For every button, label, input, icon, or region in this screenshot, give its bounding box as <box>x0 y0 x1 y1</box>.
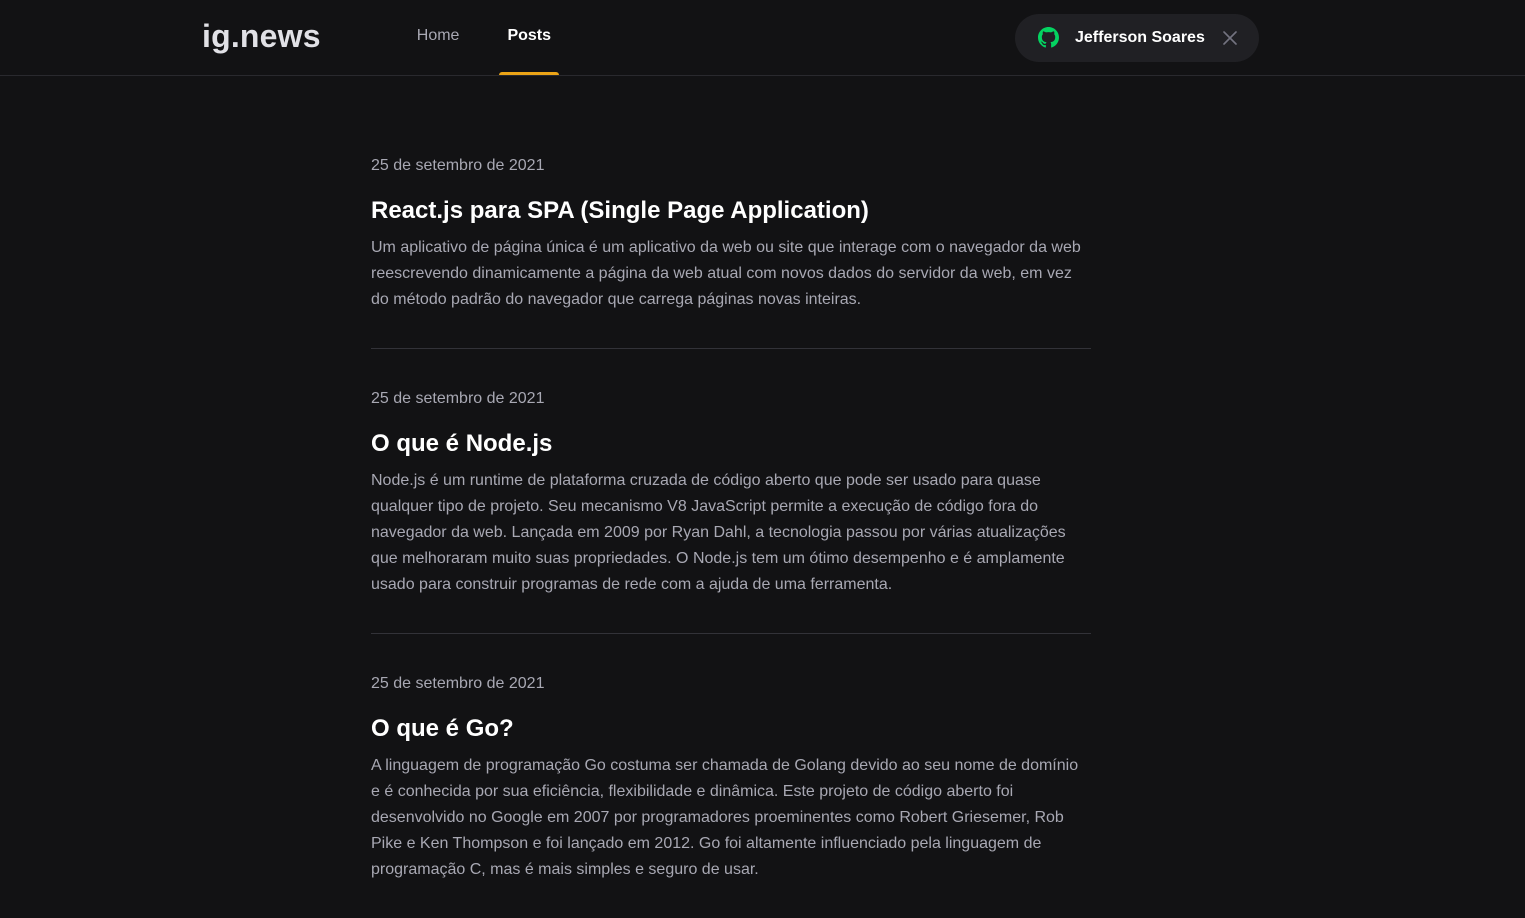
signin-button[interactable]: Jefferson Soares <box>1015 13 1259 62</box>
post-item[interactable]: 25 de setembro de 2021 React.js para SPA… <box>371 112 1091 349</box>
posts-list: 25 de setembro de 2021 React.js para SPA… <box>371 112 1091 918</box>
close-icon[interactable] <box>1223 30 1237 45</box>
main-nav: Home Posts <box>409 0 560 75</box>
post-item[interactable]: 25 de setembro de 2021 O que é Go? A lin… <box>371 634 1091 918</box>
post-date: 25 de setembro de 2021 <box>371 157 545 174</box>
github-icon <box>1038 27 1059 48</box>
nav-link-home[interactable]: Home <box>409 0 468 75</box>
active-nav-indicator <box>499 72 560 75</box>
post-title[interactable]: React.js para SPA (Single Page Applicati… <box>371 195 1091 227</box>
nav-link-label: Home <box>416 27 460 44</box>
nav-link-label: Posts <box>507 27 552 44</box>
post-title[interactable]: O que é Go? <box>371 713 1091 745</box>
header-content: ig.news Home Posts Jefferson Soares <box>202 0 1259 75</box>
header: ig.news Home Posts Jefferson Soares <box>0 0 1525 76</box>
post-excerpt: Node.js é um runtime de plataforma cruza… <box>371 472 1066 593</box>
post-date: 25 de setembro de 2021 <box>371 675 545 692</box>
post-excerpt: A linguagem de programação Go costuma se… <box>371 757 1079 878</box>
nav-link-posts[interactable]: Posts <box>499 0 560 75</box>
post-date: 25 de setembro de 2021 <box>371 390 545 407</box>
post-title[interactable]: O que é Node.js <box>371 428 1091 460</box>
post-item[interactable]: 25 de setembro de 2021 O que é Node.js N… <box>371 349 1091 634</box>
user-name: Jefferson Soares <box>1075 28 1205 46</box>
logo[interactable]: ig.news <box>202 18 321 55</box>
post-excerpt: Um aplicativo de página única é um aplic… <box>371 239 1081 308</box>
